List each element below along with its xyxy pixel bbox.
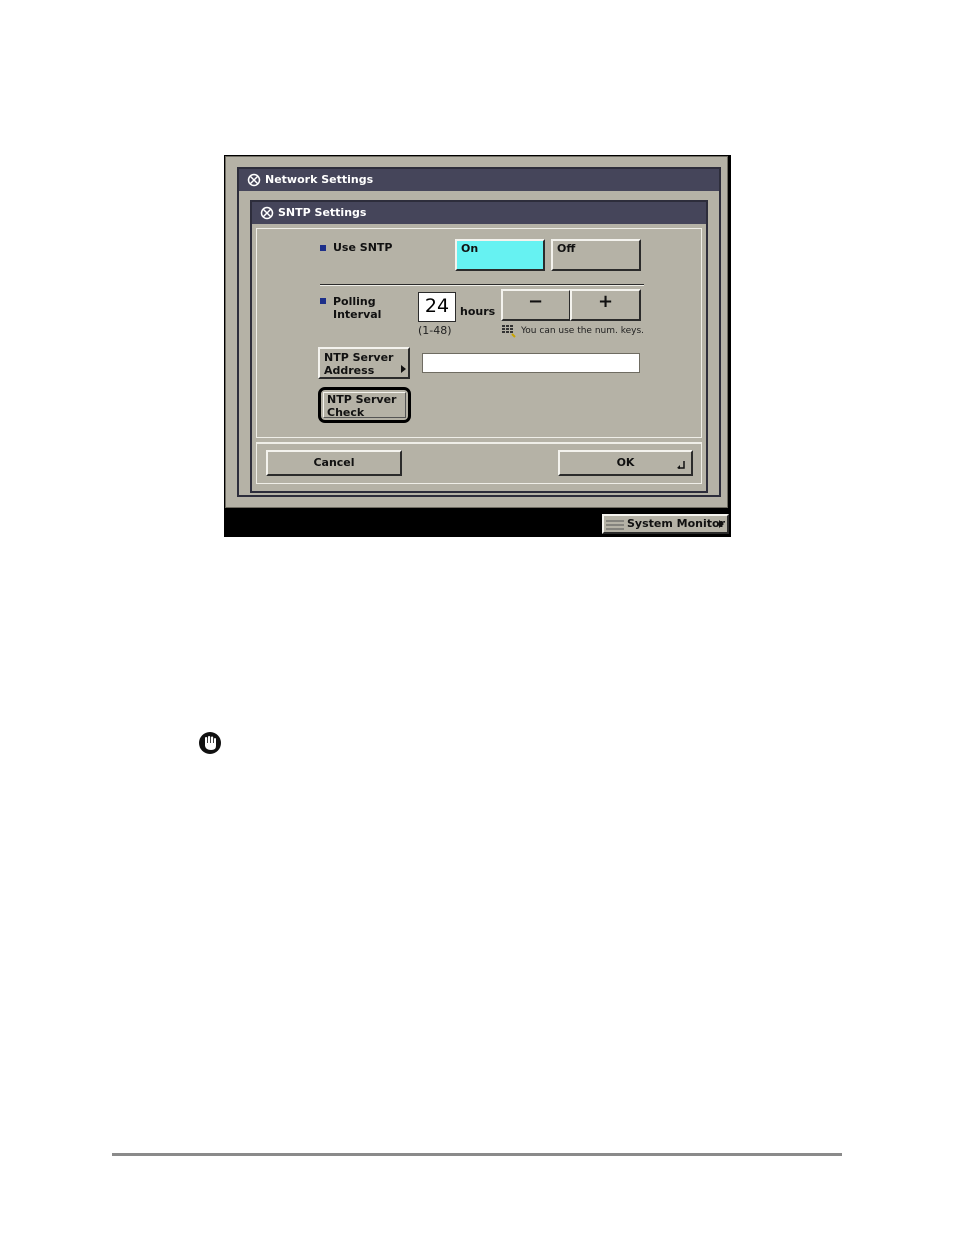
network-settings-window: Network Settings SNTP Settings Use SNTP … — [237, 167, 721, 497]
network-settings-titlebar: Network Settings — [239, 169, 719, 191]
off-button-label: Off — [557, 242, 576, 255]
cancel-button[interactable]: Cancel — [266, 450, 402, 476]
num-keys-hint: You can use the num. keys. — [521, 326, 645, 336]
plus-icon: + — [598, 291, 614, 312]
ntp-server-address-button[interactable]: NTP Server Address — [318, 347, 410, 379]
arrow-right-icon — [401, 365, 406, 373]
use-sntp-label: Use SNTP — [333, 241, 393, 254]
ntp-address-line1: NTP Server — [324, 351, 394, 364]
polling-interval-label: Polling Interval — [333, 295, 381, 321]
hours-unit-label: hours — [460, 305, 496, 318]
polling-interval-value[interactable]: 24 — [418, 292, 456, 322]
settings-icon — [247, 173, 261, 187]
increment-button[interactable]: + — [570, 289, 641, 321]
on-button-label: On — [461, 242, 479, 255]
ok-button[interactable]: OK — [558, 450, 693, 476]
system-monitor-icon — [606, 520, 624, 530]
bullet-icon — [320, 245, 326, 251]
outer-window-title: Network Settings — [265, 173, 374, 186]
decrement-button[interactable]: − — [501, 289, 571, 321]
ntp-check-line2: Check — [327, 406, 365, 419]
hand-stop-icon — [199, 732, 221, 754]
cancel-button-label: Cancel — [313, 456, 355, 469]
polling-label-line2: Interval — [333, 308, 382, 321]
enter-icon — [677, 461, 685, 469]
polling-range-label: (1-48) — [418, 324, 452, 337]
sntp-settings-titlebar: SNTP Settings — [252, 202, 706, 224]
screen-frame: Network Settings SNTP Settings Use SNTP … — [225, 156, 728, 508]
settings-icon — [260, 206, 274, 220]
off-button[interactable]: Off — [551, 239, 641, 271]
sntp-settings-window: SNTP Settings Use SNTP On Off Polling In… — [250, 200, 708, 493]
dialog-footer: Cancel OK — [256, 442, 702, 484]
minus-icon: − — [528, 291, 544, 312]
status-bar: System Monitor — [224, 510, 731, 537]
ntp-address-label: NTP Server Address — [324, 351, 393, 377]
keypad-icon — [502, 325, 516, 338]
inner-window-title: SNTP Settings — [278, 206, 367, 219]
on-button[interactable]: On — [455, 239, 545, 271]
device-screen: Network Settings SNTP Settings Use SNTP … — [224, 155, 731, 537]
bullet-icon — [320, 298, 326, 304]
ntp-check-label: NTP Server Check — [327, 393, 396, 419]
footer-rule — [112, 1153, 842, 1156]
ntp-check-line1: NTP Server — [327, 393, 397, 406]
system-monitor-button[interactable]: System Monitor — [602, 514, 729, 534]
divider — [320, 284, 644, 285]
ok-button-label: OK — [616, 456, 635, 469]
ntp-server-address-field[interactable] — [422, 353, 640, 373]
ntp-server-check-button[interactable]: NTP Server Check — [318, 387, 411, 423]
system-monitor-label: System Monitor — [627, 517, 725, 530]
sntp-settings-panel: Use SNTP On Off Polling Interval 24 hour… — [256, 228, 702, 438]
arrow-right-icon — [719, 520, 724, 528]
polling-label-line1: Polling — [333, 295, 376, 308]
ntp-address-line2: Address — [324, 364, 375, 377]
